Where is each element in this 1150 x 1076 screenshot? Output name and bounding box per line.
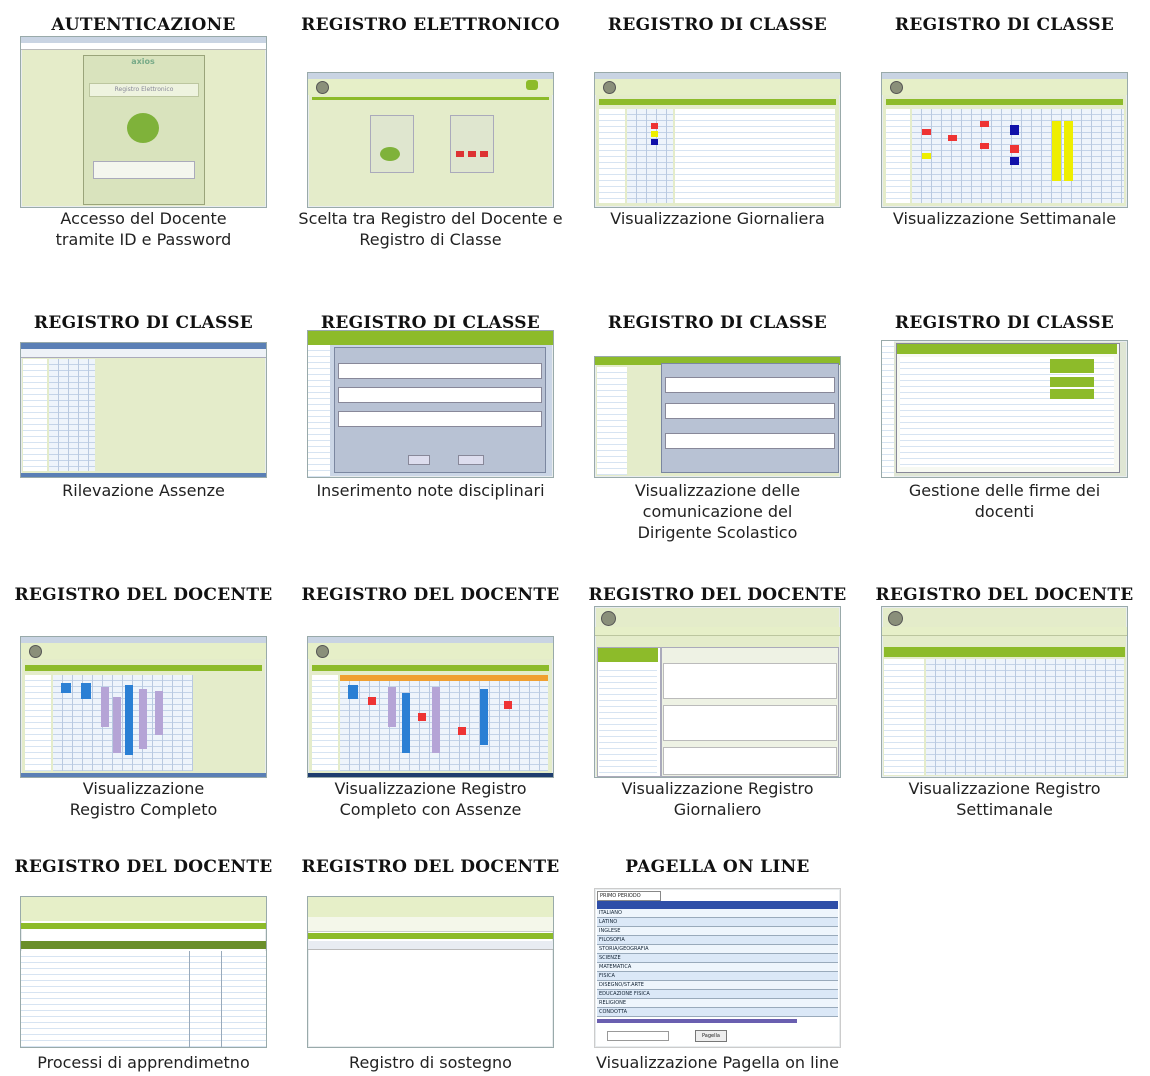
subject-row: INGLESE bbox=[597, 927, 838, 936]
card-title: REGISTRO DI CLASSE bbox=[607, 313, 828, 333]
full-register-screenshot-thumbnail[interactable] bbox=[20, 636, 267, 778]
gallery-card-rilevazione-assenze[interactable]: REGISTRO DI CLASSE Rilevazione Assenze bbox=[0, 312, 287, 552]
card-title: REGISTRO DI CLASSE bbox=[894, 313, 1115, 333]
subject-row: SCIENZE bbox=[597, 954, 838, 963]
gallery-card-registro-elettronico[interactable]: REGISTRO ELETTRONICO Scelta tra Registro… bbox=[287, 14, 574, 264]
card-caption: Visualizzazione Registro Giornaliero bbox=[621, 779, 814, 819]
card-title: REGISTRO DEL DOCENTE bbox=[14, 585, 273, 605]
period-select[interactable]: PRIMO PERIODO bbox=[597, 891, 661, 901]
card-caption: Visualizzazione Pagella on line bbox=[596, 1053, 839, 1072]
card-caption: Accesso del Docente tramite ID e Passwor… bbox=[55, 209, 232, 249]
product-label: Registro Elettronico bbox=[89, 83, 199, 97]
login-form[interactable] bbox=[93, 161, 195, 179]
subject-row: LATINO bbox=[597, 918, 838, 927]
card-caption: Visualizzazione Registro Completo con As… bbox=[334, 779, 527, 819]
card-caption: Visualizzazione delle comunicazione del … bbox=[634, 481, 801, 542]
weekly-register-screenshot-thumbnail[interactable] bbox=[881, 606, 1128, 778]
card-caption: Gestione delle firme dei docenti bbox=[908, 481, 1101, 521]
support-register-screenshot-thumbnail[interactable] bbox=[307, 896, 554, 1048]
gallery-card-registro-settimanale[interactable]: REGISTRO DEL DOCENTE Visualizzazione Reg… bbox=[861, 584, 1148, 824]
daily-view-screenshot-thumbnail[interactable] bbox=[594, 72, 841, 208]
gallery-card-visualizzazione-settimanale[interactable]: REGISTRO DI CLASSE Visualizzazione Setti… bbox=[861, 14, 1148, 264]
notes-screenshot-thumbnail[interactable] bbox=[307, 330, 554, 478]
card-caption: Processi di apprendimetno bbox=[37, 1053, 250, 1072]
card-title: PAGELLA ON LINE bbox=[625, 857, 810, 877]
card-title: REGISTRO DEL DOCENTE bbox=[875, 585, 1134, 605]
subject-row: DISEGNO/ST.ARTE bbox=[597, 981, 838, 990]
card-title: REGISTRO DEL DOCENTE bbox=[588, 585, 847, 605]
card-caption: Rilevazione Assenze bbox=[62, 481, 225, 500]
subject-row: FISICA bbox=[597, 972, 838, 981]
card-caption: Visualizzazione Registro Settimanale bbox=[908, 779, 1101, 819]
full-register-absences-screenshot-thumbnail[interactable] bbox=[307, 636, 554, 778]
communications-screenshot-thumbnail[interactable] bbox=[594, 356, 841, 478]
logo-icon bbox=[127, 113, 159, 143]
gallery-card-registro-giornaliero[interactable]: REGISTRO DEL DOCENTE Visualizzazione Reg… bbox=[574, 584, 861, 824]
card-title: REGISTRO DI CLASSE bbox=[607, 15, 828, 35]
subject-row: EDUCAZIONE FISICA bbox=[597, 990, 838, 999]
weekly-view-screenshot-thumbnail[interactable] bbox=[881, 72, 1128, 208]
card-caption: Registro di sostegno bbox=[349, 1053, 512, 1072]
card-title: REGISTRO DEL DOCENTE bbox=[301, 585, 560, 605]
send-report-button[interactable]: Pagella bbox=[695, 1030, 727, 1042]
card-caption: Visualizzazione Registro Completo bbox=[69, 779, 218, 819]
card-caption: Visualizzazione Settimanale bbox=[892, 209, 1117, 228]
selection-screenshot-thumbnail[interactable] bbox=[307, 72, 554, 208]
card-caption: Inserimento note disciplinari bbox=[316, 481, 545, 500]
card-caption: Visualizzazione Giornaliera bbox=[610, 209, 825, 228]
subject-row: STORIA/GEOGRAFIA bbox=[597, 945, 838, 954]
card-title: REGISTRO ELETTRONICO bbox=[301, 15, 560, 35]
login-screenshot-thumbnail[interactable]: axios Registro Elettronico bbox=[20, 36, 267, 208]
subject-row: CONDOTTA bbox=[597, 1008, 838, 1017]
learning-processes-screenshot-thumbnail[interactable] bbox=[20, 896, 267, 1048]
subject-row: ITALIANO bbox=[597, 909, 838, 918]
subject-row: FILOSOFIA bbox=[597, 936, 838, 945]
subject-row: RELIGIONE bbox=[597, 999, 838, 1008]
daily-register-screenshot-thumbnail[interactable] bbox=[594, 606, 841, 778]
absences-screenshot-thumbnail[interactable] bbox=[20, 342, 267, 478]
card-title: REGISTRO DI CLASSE bbox=[894, 15, 1115, 35]
card-title: AUTENTICAZIONE bbox=[51, 15, 236, 35]
card-title: REGISTRO DEL DOCENTE bbox=[14, 857, 273, 877]
report-card-screenshot-thumbnail[interactable]: PRIMO PERIODO ITALIANO LATINO INGLESE FILOS… bbox=[594, 888, 841, 1048]
gallery-card-visualizzazione-giornaliera[interactable]: REGISTRO DI CLASSE Visualizzazione Giorn… bbox=[574, 14, 861, 264]
gallery-card-registro-completo[interactable]: REGISTRO DEL DOCENTE Visualizzazione Reg… bbox=[0, 584, 287, 824]
gallery-card-autenticazione[interactable]: AUTENTICAZIONE axios Registro Elettronic… bbox=[0, 14, 287, 264]
card-title: REGISTRO DEL DOCENTE bbox=[301, 857, 560, 877]
card-title: REGISTRO DI CLASSE bbox=[33, 313, 254, 333]
gallery-card-comunicazioni-dirigente[interactable]: REGISTRO DI CLASSE Visualizzazione delle… bbox=[574, 312, 861, 552]
gallery-card-registro-sostegno[interactable]: REGISTRO DEL DOCENTE Registro di sostegn… bbox=[287, 856, 574, 1076]
subject-row: MATEMATICA bbox=[597, 963, 838, 972]
gallery-card-note-disciplinari[interactable]: REGISTRO DI CLASSE Inserimento note disc… bbox=[287, 312, 574, 552]
card-caption: Scelta tra Registro del Docente e Regist… bbox=[298, 209, 563, 249]
gallery-card-firme-docenti[interactable]: REGISTRO DI CLASSE Gestione delle firme … bbox=[861, 312, 1148, 552]
gallery-card-registro-completo-assenze[interactable]: REGISTRO DEL DOCENTE Visualizzazione Reg… bbox=[287, 584, 574, 824]
signatures-screenshot-thumbnail[interactable] bbox=[881, 340, 1128, 478]
gallery-card-pagella[interactable]: PAGELLA ON LINE PRIMO PERIODO ITALIANO LA… bbox=[574, 856, 861, 1076]
gallery-card-processi-apprendimento[interactable]: REGISTRO DEL DOCENTE Processi di apprend… bbox=[0, 856, 287, 1076]
brand-logo: axios bbox=[131, 57, 155, 66]
